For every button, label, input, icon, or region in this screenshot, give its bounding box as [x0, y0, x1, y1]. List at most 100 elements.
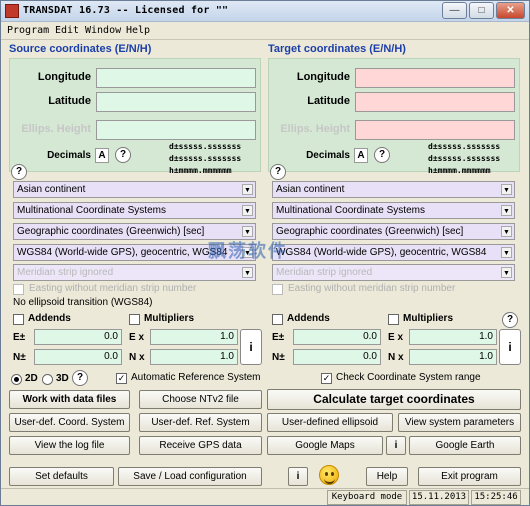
smiley-icon[interactable]: [319, 465, 339, 485]
target-longitude-output[interactable]: [355, 68, 515, 88]
target-ellips-height-label: Ellips. Height: [280, 123, 350, 135]
user-coord-system-button[interactable]: User-def. Coord. System: [9, 413, 130, 432]
chevron-down-icon: ▼: [242, 184, 253, 195]
choose-ntv2-button[interactable]: Choose NTv2 file: [139, 390, 262, 409]
source-e-add-label: E±: [13, 332, 26, 343]
minimize-button[interactable]: —: [442, 2, 467, 19]
source-region-dropdown[interactable]: Asian continent ▼: [13, 181, 256, 198]
target-n-add-input[interactable]: 0.0: [293, 349, 381, 365]
work-data-files-button[interactable]: Work with data files: [9, 390, 130, 409]
chevron-down-icon: ▼: [501, 247, 512, 258]
target-decimals-input[interactable]: A: [354, 148, 368, 163]
target-format-line1: d±sssss.sssssss: [428, 142, 501, 151]
dimension-help-icon[interactable]: ?: [72, 370, 88, 386]
target-format-line3: h±mmmm.mmmmmm: [428, 166, 491, 175]
target-header: Target coordinates (E/N/H): [268, 43, 406, 55]
target-format-line2: d±sssss.sssssss: [428, 154, 501, 163]
source-e-mul-input[interactable]: 1.0: [150, 329, 238, 345]
target-region-dropdown[interactable]: Asian continent ▼: [272, 181, 515, 198]
dimension-2d-label: 2D: [25, 373, 38, 384]
exit-program-button[interactable]: Exit program: [418, 467, 521, 486]
target-multipliers-checkbox[interactable]: [388, 314, 399, 325]
chevron-down-icon: ▼: [501, 184, 512, 195]
source-e-mul-label: E x: [129, 332, 145, 343]
source-decimals-help-icon[interactable]: ?: [115, 147, 131, 163]
chevron-down-icon: ▼: [501, 226, 512, 237]
about-info-button[interactable]: i: [288, 467, 308, 486]
receive-gps-button[interactable]: Receive GPS data: [139, 436, 262, 455]
menu-window[interactable]: Window: [85, 25, 121, 36]
source-info-button[interactable]: i: [240, 329, 262, 365]
target-latitude-label: Latitude: [307, 95, 350, 107]
source-addends-checkbox[interactable]: [13, 314, 24, 325]
set-defaults-button[interactable]: Set defaults: [9, 467, 114, 486]
source-decimals-input[interactable]: A: [95, 148, 109, 163]
title-bar: TRANSDAT 16.73 -- Licensed for "" — □ ✕: [1, 1, 529, 22]
chevron-down-icon: ▼: [501, 267, 512, 278]
target-system-group-value: Multinational Coordinate Systems: [276, 205, 425, 216]
google-maps-button[interactable]: Google Maps: [267, 436, 383, 455]
target-n-add-label: N±: [272, 352, 285, 363]
target-coord-type-dropdown[interactable]: Geographic coordinates (Greenwich) [sec]…: [272, 223, 515, 240]
dimension-3d-radio[interactable]: [42, 374, 53, 385]
source-help-icon[interactable]: ?: [11, 164, 27, 180]
source-format-line3: h±mmmm.mmmmmm: [169, 166, 232, 175]
target-help-icon[interactable]: ?: [270, 164, 286, 180]
calculate-target-button[interactable]: Calculate target coordinates: [267, 389, 521, 410]
google-info-button[interactable]: i: [386, 436, 406, 455]
source-multipliers-checkbox[interactable]: [129, 314, 140, 325]
target-ellips-height-output[interactable]: [355, 120, 515, 140]
source-addends-label: Addends: [28, 313, 71, 324]
dimension-2d-radio[interactable]: [11, 374, 22, 385]
source-easting-checkbox[interactable]: [13, 284, 24, 295]
view-system-parameters-button[interactable]: View system parameters: [398, 413, 521, 432]
target-decimals-help-icon[interactable]: ?: [374, 147, 390, 163]
target-longitude-label: Longitude: [296, 71, 350, 83]
source-e-add-input[interactable]: 0.0: [34, 329, 122, 345]
source-longitude-label: Longitude: [37, 71, 91, 83]
help-button[interactable]: Help: [366, 467, 408, 486]
target-easting-label: Easting without meridian strip number: [288, 283, 456, 294]
source-latitude-label: Latitude: [48, 95, 91, 107]
source-meridian-dropdown[interactable]: Meridian strip ignored ▼: [13, 264, 256, 281]
source-meridian-value: Meridian strip ignored: [17, 267, 114, 278]
target-addends-checkbox[interactable]: [272, 314, 283, 325]
auto-ref-checkbox[interactable]: ✓: [116, 373, 127, 384]
source-latitude-input[interactable]: [96, 92, 256, 112]
menu-edit[interactable]: Edit: [55, 25, 79, 36]
view-log-button[interactable]: View the log file: [9, 436, 130, 455]
save-load-config-button[interactable]: Save / Load configuration: [118, 467, 262, 486]
target-region-value: Asian continent: [276, 184, 345, 195]
target-system-group-dropdown[interactable]: Multinational Coordinate Systems ▼: [272, 202, 515, 219]
target-easting-checkbox[interactable]: [272, 284, 283, 295]
target-meridian-value: Meridian strip ignored: [276, 267, 373, 278]
menu-program[interactable]: Program: [7, 25, 49, 36]
status-time: 15:25:46: [471, 490, 521, 505]
target-n-mul-input[interactable]: 1.0: [409, 349, 497, 365]
target-e-mul-input[interactable]: 1.0: [409, 329, 497, 345]
source-system-group-dropdown[interactable]: Multinational Coordinate Systems ▼: [13, 202, 256, 219]
source-decimals-label: Decimals: [47, 150, 91, 161]
target-datum-value: WGS84 (World-wide GPS), geocentric, WGS8…: [276, 247, 487, 258]
source-ellips-height-label: Ellips. Height: [21, 123, 91, 135]
source-longitude-input[interactable]: [96, 68, 256, 88]
app-logo-icon: [5, 4, 19, 18]
menu-help[interactable]: Help: [126, 25, 150, 36]
target-meridian-dropdown[interactable]: Meridian strip ignored ▼: [272, 264, 515, 281]
source-n-add-input[interactable]: 0.0: [34, 349, 122, 365]
source-ellips-height-input[interactable]: [96, 120, 256, 140]
close-button[interactable]: ✕: [496, 2, 525, 19]
google-earth-button[interactable]: Google Earth: [409, 436, 521, 455]
source-easting-label: Easting without meridian strip number: [29, 283, 197, 294]
user-ref-system-button[interactable]: User-def. Ref. System: [139, 413, 262, 432]
maximize-button[interactable]: □: [469, 2, 494, 19]
target-datum-dropdown[interactable]: WGS84 (World-wide GPS), geocentric, WGS8…: [272, 244, 515, 261]
target-latitude-output[interactable]: [355, 92, 515, 112]
user-ellipsoid-button[interactable]: User-defined ellipsoid: [267, 413, 393, 432]
target-e-mul-label: E x: [388, 332, 404, 343]
target-info-button[interactable]: i: [499, 329, 521, 365]
source-n-mul-input[interactable]: 1.0: [150, 349, 238, 365]
check-range-checkbox[interactable]: ✓: [321, 373, 332, 384]
target-e-add-input[interactable]: 0.0: [293, 329, 381, 345]
target-transform-help-icon[interactable]: ?: [502, 312, 518, 328]
